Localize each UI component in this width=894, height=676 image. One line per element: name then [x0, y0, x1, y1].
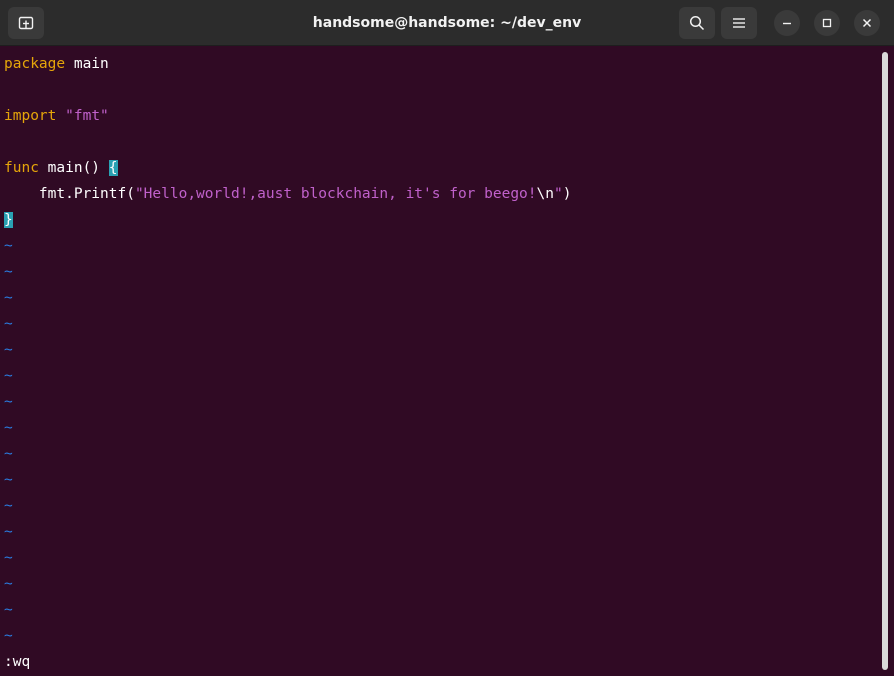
menu-button[interactable] — [721, 7, 757, 39]
matching-brace-open: { — [108, 160, 118, 176]
matching-brace-close: } — [4, 212, 13, 228]
empty-line-tilde: ~ — [4, 316, 13, 332]
printf-call: fmt.Printf( — [4, 186, 135, 202]
vim-command-line[interactable]: :wq — [4, 649, 30, 675]
vim-editor[interactable]: package main import "fmt" func main() { … — [0, 46, 876, 676]
search-icon — [689, 15, 705, 31]
empty-line-tilde: ~ — [4, 576, 13, 592]
empty-line-tilde: ~ — [4, 290, 13, 306]
close-button[interactable] — [854, 10, 880, 36]
maximize-button[interactable] — [814, 10, 840, 36]
empty-line-tilde: ~ — [4, 264, 13, 280]
empty-line-tilde: ~ — [4, 602, 13, 618]
keyword-func: func — [4, 160, 39, 176]
new-tab-icon — [18, 16, 34, 30]
maximize-icon — [822, 18, 832, 28]
code-line-3: import "fmt" — [4, 103, 109, 129]
search-button[interactable] — [679, 7, 715, 39]
empty-line-tilde: ~ — [4, 420, 13, 436]
code-line-5: func main() { — [4, 155, 118, 181]
empty-line-tilde: ~ — [4, 446, 13, 462]
empty-line-tilde: ~ — [4, 368, 13, 384]
new-tab-button[interactable] — [8, 7, 44, 39]
empty-line-tilde: ~ — [4, 524, 13, 540]
title-bar[interactable]: handsome@handsome: ~/dev_env — [0, 0, 894, 46]
window-title: handsome@handsome: ~/dev_env — [312, 15, 582, 31]
terminal-window: handsome@handsome: ~/dev_env package mai… — [0, 0, 894, 676]
scrollbar[interactable] — [882, 52, 888, 670]
code-line-6: fmt.Printf("Hello,world!,aust blockchain… — [4, 181, 572, 207]
empty-line-tilde: ~ — [4, 238, 13, 254]
empty-line-tilde: ~ — [4, 342, 13, 358]
func-signature: main() — [38, 160, 109, 176]
printf-string: "Hello,world!,aust blockchain, it's for … — [134, 186, 537, 202]
empty-line-tilde: ~ — [4, 628, 13, 644]
minimize-button[interactable] — [774, 10, 800, 36]
empty-line-tilde: ~ — [4, 394, 13, 410]
package-name: main — [65, 56, 109, 72]
keyword-package: package — [4, 56, 66, 72]
import-path: "fmt" — [65, 108, 109, 124]
empty-line-tilde: ~ — [4, 550, 13, 566]
printf-string-end: " — [554, 186, 563, 202]
printf-close-paren: ) — [562, 186, 572, 202]
keyword-import: import — [4, 108, 57, 124]
escape-sequence: \n — [536, 186, 554, 202]
empty-line-tilde: ~ — [4, 472, 13, 488]
minimize-icon — [783, 22, 791, 25]
code-line-7: } — [4, 207, 13, 233]
empty-line-tilde: ~ — [4, 498, 13, 514]
hamburger-menu-icon — [733, 18, 745, 28]
close-icon — [862, 18, 872, 28]
code-line-1: package main — [4, 51, 109, 77]
